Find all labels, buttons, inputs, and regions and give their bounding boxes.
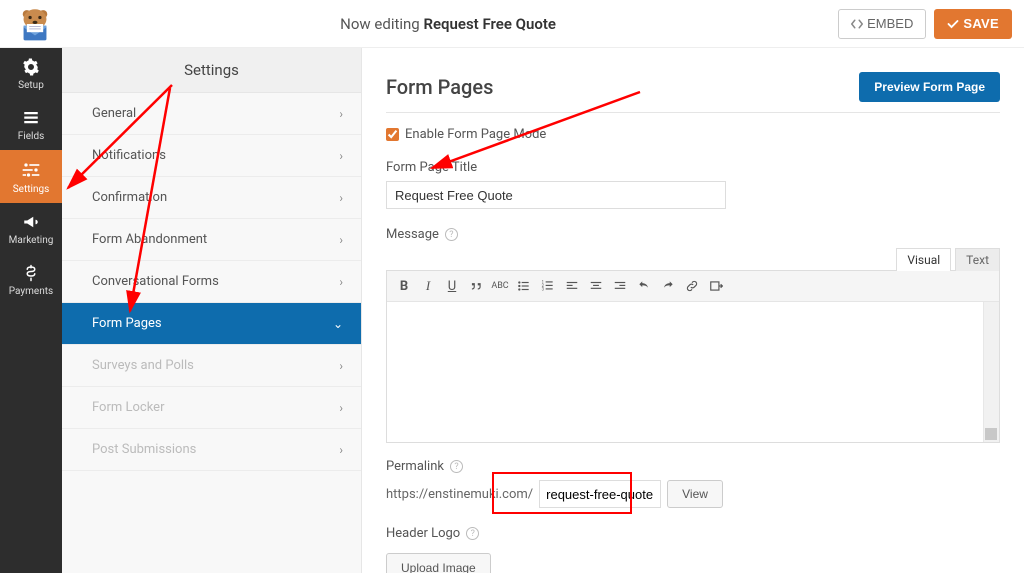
- subnav-surveys-polls[interactable]: Surveys and Polls ›: [62, 345, 361, 387]
- message-label-text: Message: [386, 227, 439, 242]
- permalink-label: Permalink ?: [386, 459, 1000, 474]
- subnav-header: Settings: [62, 48, 361, 93]
- chevron-right-icon: ›: [339, 233, 343, 247]
- subnav-conversational-label: Conversational Forms: [92, 274, 219, 289]
- strikethrough-icon[interactable]: ABC: [489, 275, 511, 297]
- subnav-form-locker-label: Form Locker: [92, 400, 164, 415]
- upload-image-button[interactable]: Upload Image: [386, 553, 491, 573]
- chevron-right-icon: ›: [339, 107, 343, 121]
- subnav-form-abandonment-label: Form Abandonment: [92, 232, 207, 247]
- editing-prefix: Now editing: [340, 15, 423, 33]
- italic-icon[interactable]: I: [417, 275, 439, 297]
- subnav-notifications[interactable]: Notifications ›: [62, 135, 361, 177]
- align-left-icon[interactable]: [561, 275, 583, 297]
- header-logo-label-text: Header Logo: [386, 526, 460, 541]
- blockquote-icon[interactable]: [465, 275, 487, 297]
- enable-form-page-mode-row[interactable]: Enable Form Page Mode: [386, 127, 1000, 142]
- help-icon[interactable]: ?: [466, 527, 479, 540]
- chevron-right-icon: ›: [339, 191, 343, 205]
- nav-setup-label: Setup: [18, 80, 44, 91]
- subnav-form-pages[interactable]: Form Pages ⌄: [62, 303, 361, 345]
- rich-text-editor: B I U ABC 123: [386, 270, 1000, 443]
- help-icon[interactable]: ?: [450, 460, 463, 473]
- message-label: Message ?: [386, 227, 1000, 242]
- subnav-post-submissions-label: Post Submissions: [92, 442, 196, 457]
- embed-label: EMBED: [867, 16, 913, 31]
- divider: [386, 112, 1000, 113]
- link-icon[interactable]: [681, 275, 703, 297]
- help-icon[interactable]: ?: [445, 228, 458, 241]
- chevron-right-icon: ›: [339, 359, 343, 373]
- form-page-title-label: Form Page Title: [386, 160, 1000, 175]
- editing-title: Now editing Request Free Quote: [58, 15, 838, 33]
- nav-settings-label: Settings: [13, 184, 50, 195]
- chevron-right-icon: ›: [339, 443, 343, 457]
- underline-icon[interactable]: U: [441, 275, 463, 297]
- numbered-list-icon[interactable]: 123: [537, 275, 559, 297]
- chevron-down-icon: ⌄: [333, 317, 343, 331]
- permalink-label-text: Permalink: [386, 459, 444, 474]
- nav-payments[interactable]: Payments: [0, 254, 62, 305]
- embed-button[interactable]: EMBED: [838, 9, 926, 39]
- editor-textarea[interactable]: [387, 302, 999, 442]
- page-heading: Form Pages: [386, 75, 493, 99]
- subnav-general[interactable]: General ›: [62, 93, 361, 135]
- chevron-right-icon: ›: [339, 401, 343, 415]
- editor-toolbar: B I U ABC 123: [387, 271, 999, 302]
- save-button[interactable]: SAVE: [934, 9, 1012, 39]
- permalink-slug-input[interactable]: [539, 480, 661, 508]
- scrollbar[interactable]: [983, 302, 999, 442]
- bullet-list-icon[interactable]: [513, 275, 535, 297]
- subnav-form-abandonment[interactable]: Form Abandonment ›: [62, 219, 361, 261]
- form-page-title-input[interactable]: [386, 181, 726, 209]
- nav-fields[interactable]: Fields: [0, 99, 62, 150]
- undo-icon[interactable]: [633, 275, 655, 297]
- editor-tab-text[interactable]: Text: [955, 248, 1000, 271]
- chevron-right-icon: ›: [339, 149, 343, 163]
- enable-form-page-mode-label: Enable Form Page Mode: [405, 127, 546, 142]
- nav-fields-label: Fields: [18, 131, 45, 142]
- header-logo-label: Header Logo ?: [386, 526, 1000, 541]
- permalink-base: https://enstinemuki.com/: [386, 487, 533, 502]
- insert-icon[interactable]: [705, 275, 727, 297]
- subnav-surveys-label: Surveys and Polls: [92, 358, 194, 373]
- content-pane: Form Pages Preview Form Page Enable Form…: [362, 48, 1024, 573]
- nav-marketing[interactable]: Marketing: [0, 203, 62, 254]
- nav-settings[interactable]: Settings: [0, 150, 62, 203]
- left-nav: Setup Fields Settings Marketing Payments: [0, 48, 62, 573]
- nav-setup[interactable]: Setup: [0, 48, 62, 99]
- subnav-conversational-forms[interactable]: Conversational Forms ›: [62, 261, 361, 303]
- enable-form-page-mode-checkbox[interactable]: [386, 128, 399, 141]
- bold-icon[interactable]: B: [393, 275, 415, 297]
- svg-text:3: 3: [542, 287, 545, 292]
- subnav-confirmation-label: Confirmation: [92, 190, 167, 205]
- top-bar: Now editing Request Free Quote EMBED SAV…: [0, 0, 1024, 48]
- subnav-post-submissions[interactable]: Post Submissions ›: [62, 429, 361, 471]
- align-right-icon[interactable]: [609, 275, 631, 297]
- form-name: Request Free Quote: [423, 15, 556, 33]
- nav-marketing-label: Marketing: [9, 235, 54, 246]
- align-center-icon[interactable]: [585, 275, 607, 297]
- save-label: SAVE: [963, 16, 999, 31]
- view-button[interactable]: View: [667, 480, 723, 508]
- subnav-form-locker[interactable]: Form Locker ›: [62, 387, 361, 429]
- redo-icon[interactable]: [657, 275, 679, 297]
- chevron-right-icon: ›: [339, 275, 343, 289]
- preview-form-page-button[interactable]: Preview Form Page: [859, 72, 1000, 102]
- nav-payments-label: Payments: [9, 286, 53, 297]
- settings-subnav: Settings General › Notifications › Confirm…: [62, 48, 362, 573]
- wpforms-logo: [12, 4, 58, 44]
- subnav-form-pages-label: Form Pages: [92, 316, 162, 331]
- subnav-notifications-label: Notifications: [92, 148, 166, 163]
- subnav-confirmation[interactable]: Confirmation ›: [62, 177, 361, 219]
- subnav-general-label: General: [92, 106, 136, 121]
- editor-tab-visual[interactable]: Visual: [896, 248, 951, 271]
